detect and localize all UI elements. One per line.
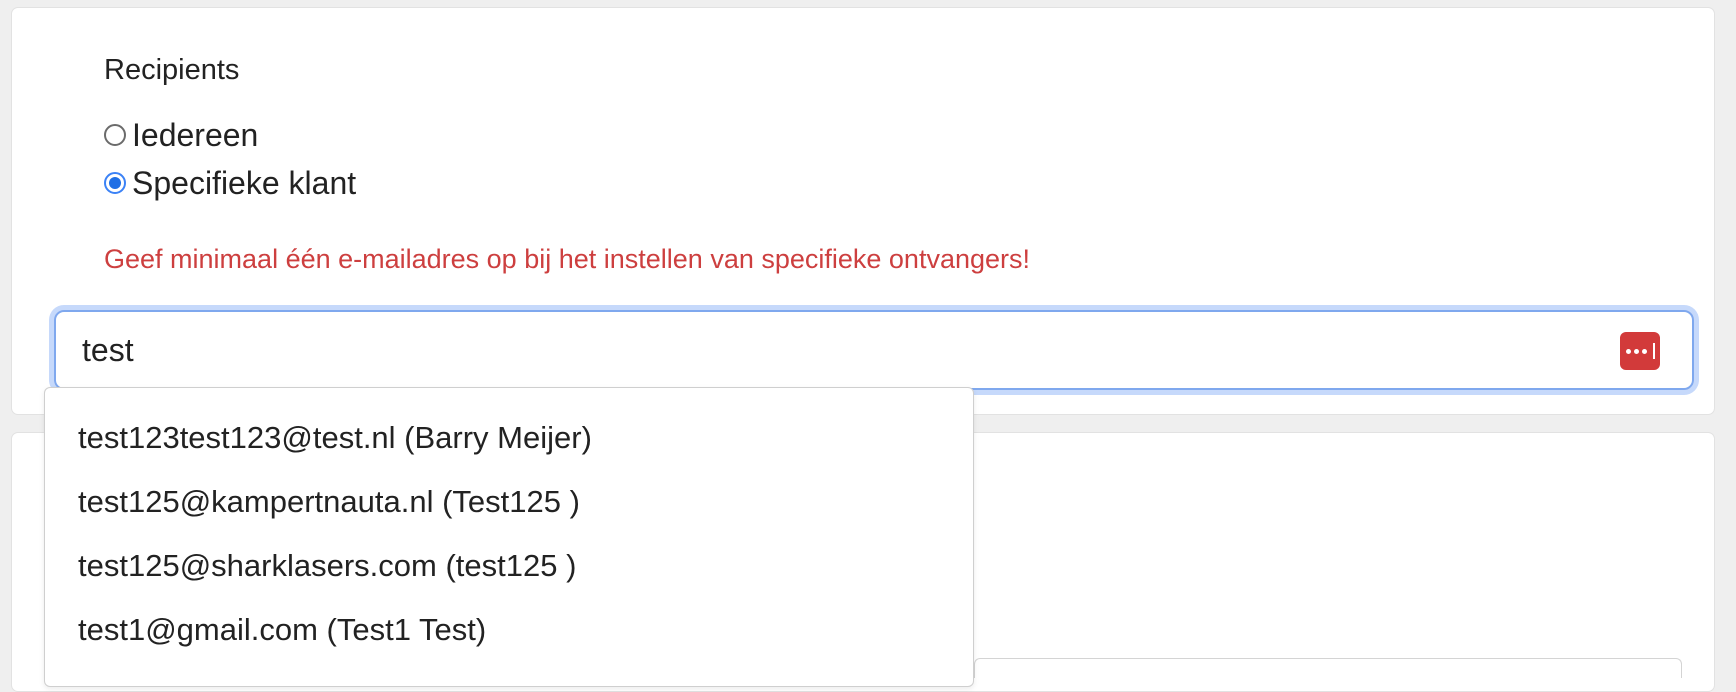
radio-option-specifieke-klant[interactable]: Specifieke klant [104, 163, 356, 203]
password-manager-button[interactable] [1620, 332, 1660, 370]
suggestion-item[interactable]: test1@gmail.com (Test1 Test) [78, 612, 486, 648]
password-manager-icon [1625, 343, 1655, 359]
recipient-search-wrapper [54, 310, 1694, 390]
suggestion-item[interactable]: test125@sharklasers.com (test125 ) [78, 548, 576, 584]
radio-iedereen[interactable] [104, 124, 126, 146]
recipients-card: Recipients Iedereen Specifieke klant Gee… [11, 7, 1715, 415]
autocomplete-dropdown: test123test123@test.nl (Barry Meijer) te… [44, 387, 974, 687]
validation-error: Geef minimaal één e-mailadres op bij het… [104, 244, 1031, 274]
suggestion-item[interactable]: test123test123@test.nl (Barry Meijer) [78, 420, 592, 456]
recipient-search-input[interactable] [54, 310, 1694, 390]
recipients-title: Recipients [104, 54, 240, 86]
radio-option-iedereen[interactable]: Iedereen [104, 115, 258, 155]
radio-label-specifieke-klant: Specifieke klant [132, 165, 357, 201]
radio-specifieke-klant[interactable] [104, 172, 126, 194]
secondary-field[interactable] [974, 658, 1682, 678]
radio-label-iedereen: Iedereen [132, 117, 259, 153]
suggestion-item[interactable]: test125@kampertnauta.nl (Test125 ) [78, 484, 580, 520]
